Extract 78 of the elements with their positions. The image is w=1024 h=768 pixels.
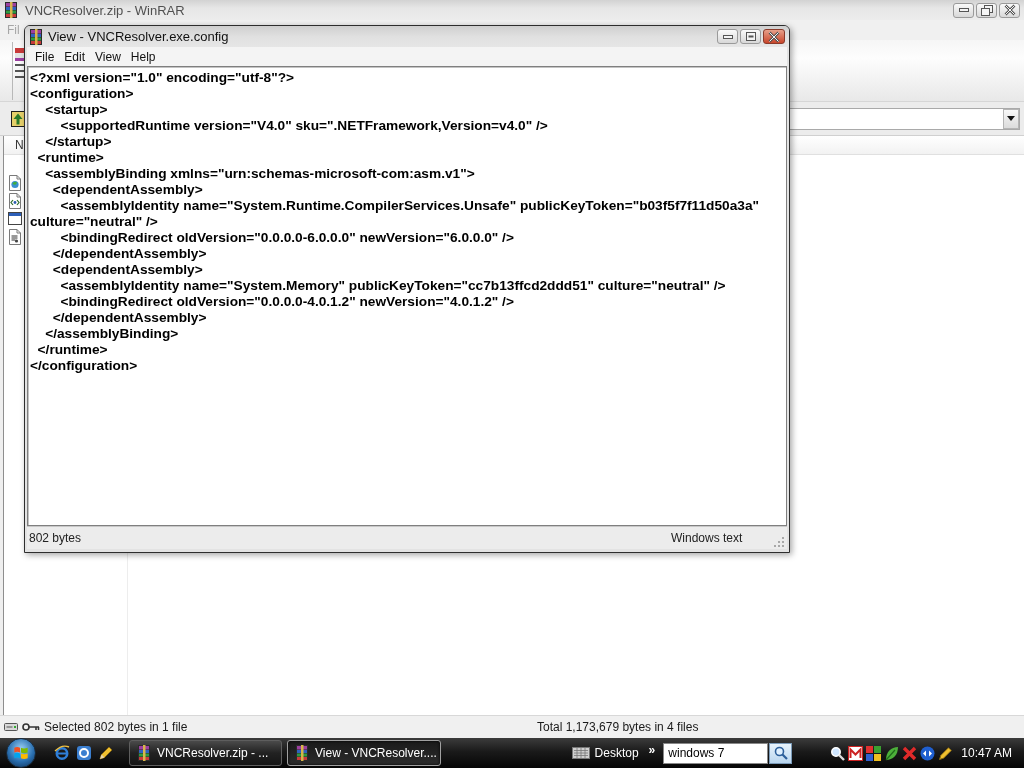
pencil-icon[interactable] <box>938 745 954 761</box>
window-icon <box>8 211 22 227</box>
cross-icon[interactable] <box>902 745 918 761</box>
start-button[interactable] <box>6 738 36 768</box>
code-line: <startup> <box>44 102 109 118</box>
up-arrow-icon[interactable] <box>11 110 25 127</box>
flag-icon <box>14 747 28 759</box>
code-line: <assemblyBinding xmlns="urn:schemas-microsoft-com:asm.v1"> <box>44 166 476 182</box>
code-line: <dependentAssembly> <box>51 262 204 278</box>
code-line: </dependentAssembly> <box>51 246 208 262</box>
menu-item[interactable]: Help <box>125 49 161 64</box>
keyboard-icon <box>571 747 590 759</box>
code-line: culture="neutral" /> <box>30 214 159 230</box>
drive-icon <box>4 722 18 732</box>
caret-icon <box>1007 116 1015 121</box>
dropdown-button[interactable] <box>1003 108 1019 129</box>
document-icon <box>8 229 22 245</box>
chevron-button[interactable]: » <box>644 743 660 757</box>
code-line: <assemblyIdentity name="System.Memory" publicKeyToken="cc7b13ffcd2ddd51" culture="neutral" /> <box>59 278 727 294</box>
close-icon <box>768 30 780 43</box>
maximize-icon <box>745 32 756 41</box>
restore-icon <box>980 4 993 16</box>
globe-document-icon <box>8 175 22 191</box>
close-button[interactable] <box>763 29 785 44</box>
squares-icon[interactable] <box>866 745 882 761</box>
code-line: <supportedRuntime version="V4.0" sku=".NETFramework,Version=v4.0" /> <box>59 118 549 134</box>
task-button[interactable]: View - VNCResolver.... <box>287 740 441 766</box>
code-line: </startup> <box>44 134 113 150</box>
search-icon[interactable] <box>830 745 846 761</box>
code-line: </dependentAssembly> <box>51 310 208 326</box>
window-title: View - VNCResolver.exe.config <box>48 29 229 44</box>
menu-item[interactable]: View <box>90 49 126 64</box>
book-stack-icon <box>30 28 42 45</box>
toolbar-label: Desktop <box>594 746 640 760</box>
restore-button[interactable] <box>976 2 997 18</box>
book-stack-icon <box>138 745 150 761</box>
close-icon <box>1003 4 1016 16</box>
code-line: <runtime> <box>36 150 105 166</box>
status-text: Windows text <box>671 531 744 545</box>
close-button[interactable] <box>999 2 1020 18</box>
minimize-icon <box>722 34 733 39</box>
code-line: <configuration> <box>30 86 135 102</box>
code-line: </configuration> <box>30 358 139 374</box>
code-line: </assemblyBinding> <box>44 326 180 342</box>
minimize-icon <box>958 8 969 12</box>
task-button[interactable]: VNCResolver.zip - ... <box>129 740 282 766</box>
window-title: VNCResolver.zip - WinRAR <box>25 2 185 18</box>
column-header[interactable]: N <box>15 138 24 152</box>
code-line: <?xml version="1.0" encoding="utf-8"?> <box>30 70 296 86</box>
pencil-icon[interactable] <box>98 745 114 761</box>
zigzag-tile-icon[interactable] <box>848 745 864 761</box>
ring-icon[interactable] <box>54 745 70 761</box>
maximize-button[interactable] <box>740 29 761 44</box>
address-field[interactable] <box>788 107 1020 130</box>
code-line: </runtime> <box>36 342 109 358</box>
search-button[interactable] <box>769 742 793 764</box>
markup-document-icon <box>8 193 22 209</box>
key-icon <box>22 722 40 732</box>
leaf-icon[interactable] <box>884 745 900 761</box>
clock: 10:47 AM <box>961 746 1012 760</box>
book-stack-icon <box>296 745 308 761</box>
code-line: <dependentAssembly> <box>51 182 204 198</box>
minimize-button[interactable] <box>953 2 974 18</box>
menu-item[interactable]: Edit <box>59 49 91 64</box>
arrows-icon[interactable] <box>920 745 936 761</box>
search-field[interactable]: windows 7 <box>663 742 769 764</box>
status-text: Total 1,173,679 bytes in 4 files <box>537 720 699 734</box>
menu-item[interactable]: File <box>30 49 60 64</box>
book-stack-icon <box>5 2 17 18</box>
code-line: <assemblyIdentity name="System.Runtime.CompilerServices.Unsafe" publicKeyToken="b03f5f7f11d50a3a" <box>59 198 760 214</box>
code-line: <bindingRedirect oldVersion="0.0.0.0-6.0.0.0" newVersion="6.0.0.0" /> <box>59 230 515 246</box>
search-icon <box>773 746 788 760</box>
app-tile-icon[interactable] <box>76 745 92 761</box>
resize-grip[interactable] <box>774 537 784 547</box>
minimize-button[interactable] <box>717 29 738 44</box>
status-text: Selected 802 bytes in 1 file <box>44 720 188 734</box>
status-text: 802 bytes <box>29 531 83 545</box>
code-line: <bindingRedirect oldVersion="0.0.0.0-4.0.1.2" newVersion="4.0.1.2" /> <box>59 294 515 310</box>
